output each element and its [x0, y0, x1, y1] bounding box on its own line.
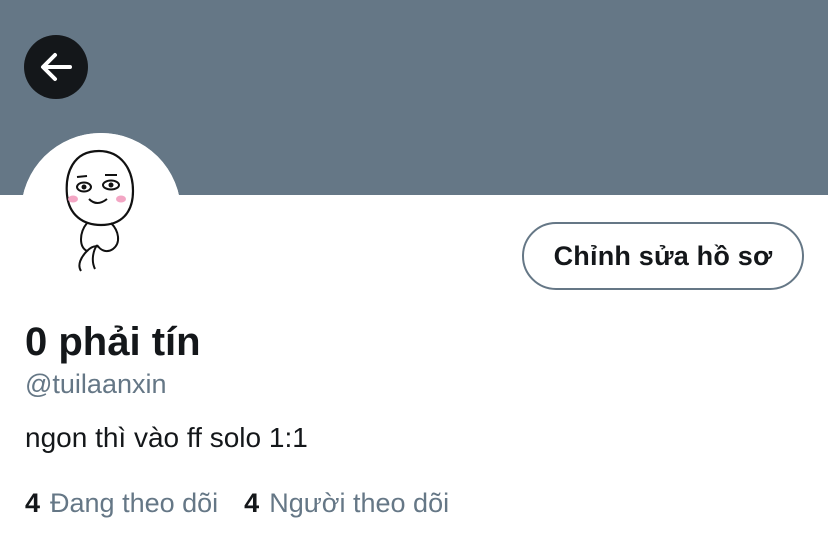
arrow-left-icon — [39, 50, 73, 84]
profile-page: Chỉnh sửa hồ sơ 0 phải tín @tuilaanxin n… — [0, 0, 828, 551]
profile-bio: ngon thì vào ff solo 1:1 — [25, 422, 308, 453]
back-button[interactable] — [24, 35, 88, 99]
following-label: Đang theo dõi — [50, 488, 219, 518]
following-link[interactable]: 4 Đang theo dõi — [25, 485, 218, 521]
display-name: 0 phải tín — [25, 320, 201, 364]
follow-stats: 4 Đang theo dõi 4 Người theo dõi — [25, 485, 449, 521]
edit-profile-button[interactable]: Chỉnh sửa hồ sơ — [522, 222, 804, 290]
username-handle: @tuilaanxin — [25, 369, 167, 399]
avatar[interactable] — [21, 133, 181, 293]
avatar-image — [21, 133, 181, 293]
followers-link[interactable]: 4 Người theo dõi — [244, 485, 449, 521]
followers-label: Người theo dõi — [269, 488, 450, 518]
following-count: 4 — [25, 488, 41, 518]
followers-count: 4 — [244, 488, 260, 518]
